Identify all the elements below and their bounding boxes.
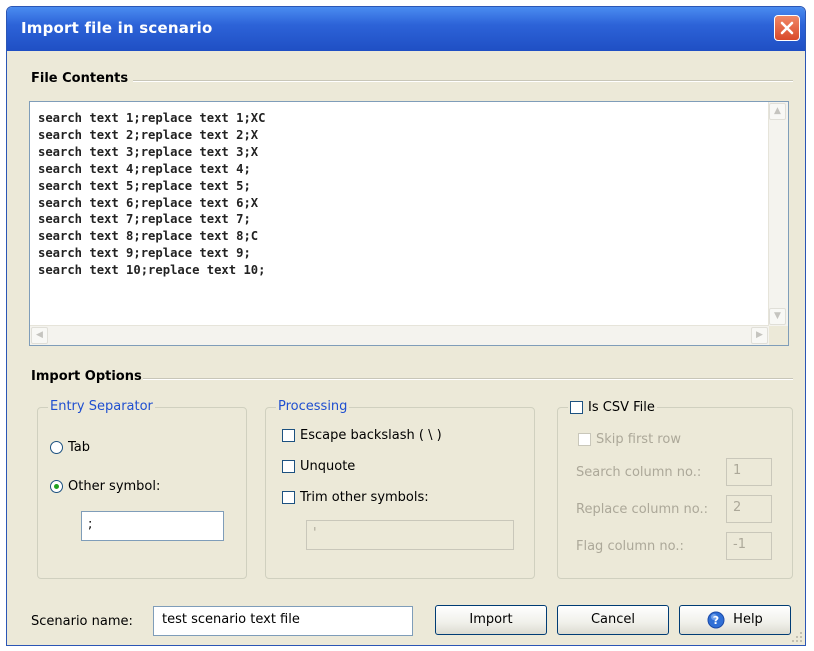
- scroll-right-button[interactable]: ▶: [751, 327, 768, 344]
- import-options-heading: Import Options: [31, 369, 142, 384]
- csv-group: Is CSV File Skip first row Search column…: [557, 400, 793, 579]
- entry-separator-legend: Entry Separator: [48, 399, 155, 414]
- scroll-up-button[interactable]: ▲: [769, 103, 786, 120]
- skip-first-row-checkbox[interactable]: [578, 433, 591, 446]
- import-button[interactable]: Import: [435, 605, 547, 635]
- file-line: search text 6;replace text 6;X: [38, 195, 259, 210]
- file-line: search text 5;replace text 5;: [38, 178, 251, 193]
- file-line: search text 2;replace text 2;X: [38, 127, 259, 142]
- escape-backslash-checkbox[interactable]: [282, 429, 295, 442]
- help-button-label: Help: [733, 612, 763, 627]
- svg-text:?: ?: [713, 614, 719, 627]
- search-column-label: Search column no.:: [576, 465, 702, 480]
- close-icon: [780, 21, 794, 35]
- import-options-divider: [143, 378, 793, 380]
- scroll-left-button[interactable]: ◀: [31, 327, 48, 344]
- cancel-button[interactable]: Cancel: [557, 605, 669, 635]
- tab-radio[interactable]: [50, 441, 63, 454]
- help-button[interactable]: ? Help: [679, 605, 791, 635]
- horizontal-scrollbar[interactable]: ◀ ▶: [30, 325, 769, 345]
- file-contents-divider: [133, 80, 793, 82]
- file-line: search text 10;replace text 10;: [38, 263, 266, 278]
- flag-column-input[interactable]: -1: [726, 532, 772, 560]
- scroll-corner: [769, 326, 788, 345]
- unquote-option[interactable]: Unquote: [282, 459, 355, 474]
- import-dialog: Import file in scenario File Contents se…: [6, 6, 806, 646]
- escape-backslash-label: Escape backslash ( \ ): [300, 428, 442, 443]
- other-symbol-input[interactable]: ;: [81, 511, 224, 541]
- csv-file-option[interactable]: Is CSV File: [568, 400, 657, 415]
- escape-backslash-option[interactable]: Escape backslash ( \ ): [282, 428, 442, 443]
- resize-grip-icon[interactable]: [791, 631, 803, 643]
- trim-symbols-checkbox[interactable]: [282, 491, 295, 504]
- replace-column-input[interactable]: 2: [726, 495, 772, 523]
- close-button[interactable]: [774, 15, 800, 41]
- window-title: Import file in scenario: [21, 19, 213, 37]
- csv-file-label: Is CSV File: [588, 400, 655, 415]
- file-contents-text: search text 1;replace text 1;XC search te…: [38, 110, 265, 279]
- unquote-checkbox[interactable]: [282, 460, 295, 473]
- tab-radio-option[interactable]: Tab: [50, 440, 90, 455]
- flag-column-label: Flag column no.:: [576, 539, 684, 554]
- skip-first-row-label: Skip first row: [596, 432, 681, 447]
- other-symbol-label: Other symbol:: [68, 479, 161, 494]
- csv-file-checkbox[interactable]: [570, 401, 583, 414]
- scroll-down-button[interactable]: ▼: [769, 308, 786, 325]
- file-line: search text 7;replace text 7;: [38, 212, 251, 227]
- file-line: search text 8;replace text 8;C: [38, 229, 259, 244]
- trim-symbols-option[interactable]: Trim other symbols:: [282, 490, 429, 505]
- vertical-scrollbar[interactable]: ▲ ▼: [768, 102, 788, 326]
- tab-radio-label: Tab: [68, 440, 91, 455]
- processing-legend: Processing: [276, 399, 350, 414]
- other-symbol-radio[interactable]: [50, 480, 63, 493]
- unquote-label: Unquote: [300, 459, 356, 474]
- entry-separator-group: Entry Separator Tab Other symbol: ;: [37, 399, 247, 579]
- scenario-name-input[interactable]: test scenario text file: [153, 606, 413, 636]
- title-bar[interactable]: Import file in scenario: [7, 7, 805, 51]
- file-line: search text 3;replace text 3;X: [38, 144, 259, 159]
- search-column-input[interactable]: 1: [726, 458, 772, 486]
- trim-symbols-label: Trim other symbols:: [300, 490, 429, 505]
- file-contents-heading: File Contents: [31, 71, 129, 86]
- file-line: search text 4;replace text 4;: [38, 161, 251, 176]
- file-contents-textarea[interactable]: search text 1;replace text 1;XC search te…: [29, 101, 789, 346]
- replace-column-label: Replace column no.:: [576, 502, 709, 517]
- help-icon: ?: [707, 611, 725, 629]
- other-symbol-radio-option[interactable]: Other symbol:: [50, 479, 160, 494]
- scenario-name-label: Scenario name:: [31, 614, 133, 629]
- skip-first-row-option[interactable]: Skip first row: [578, 432, 681, 447]
- file-line: search text 9;replace text 9;: [38, 246, 251, 261]
- trim-symbols-input[interactable]: ': [306, 520, 514, 550]
- processing-group: Processing Escape backslash ( \ ) Unquot…: [265, 399, 535, 579]
- file-line: search text 1;replace text 1;XC: [38, 111, 266, 125]
